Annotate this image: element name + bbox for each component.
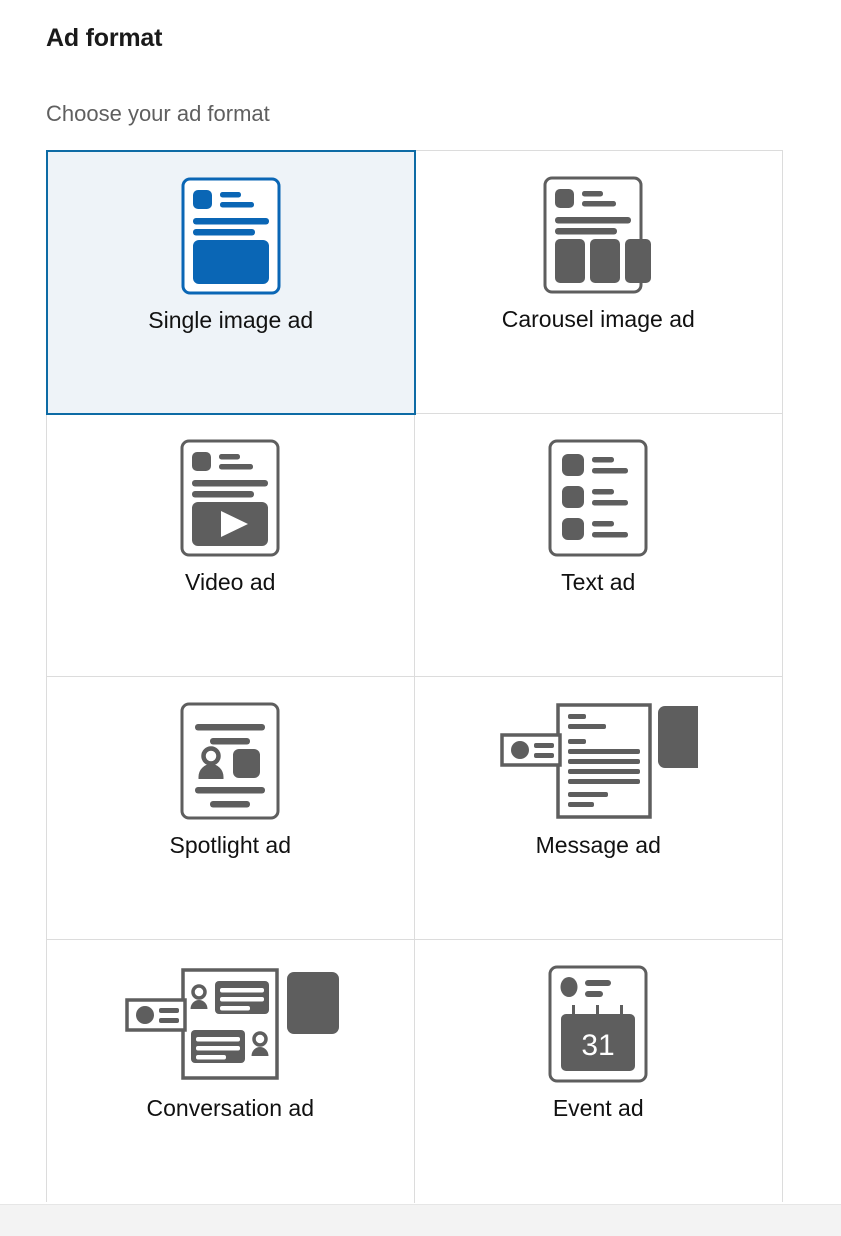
ad-format-label: Message ad bbox=[535, 832, 661, 858]
ad-format-card-conversation-ad[interactable]: Conversation ad bbox=[47, 940, 415, 1203]
spotlight-ad-icon bbox=[47, 677, 414, 837]
footer-strip bbox=[0, 1204, 841, 1236]
ad-format-label: Event ad bbox=[552, 1095, 644, 1121]
ad-format-panel: Ad format Choose your ad format Single i… bbox=[0, 0, 841, 1236]
ad-format-card-text-ad[interactable]: Text ad bbox=[414, 414, 783, 677]
ad-format-card-single-image-ad[interactable]: Single image ad bbox=[46, 150, 416, 415]
ad-format-card-video-ad[interactable]: Video ad bbox=[47, 414, 415, 677]
video-ad-icon bbox=[47, 414, 414, 574]
message-ad-icon bbox=[415, 677, 783, 837]
ad-format-card-spotlight-ad[interactable]: Spotlight ad bbox=[47, 677, 415, 940]
ad-format-label: Video ad bbox=[185, 569, 276, 595]
text-ad-icon bbox=[415, 414, 783, 574]
ad-format-label: Text ad bbox=[561, 569, 636, 595]
ad-format-card-message-ad[interactable]: Message ad bbox=[414, 677, 783, 940]
conversation-ad-icon bbox=[47, 940, 414, 1100]
ad-format-label: Single image ad bbox=[148, 307, 314, 333]
event-calendar-day: 31 bbox=[582, 1029, 615, 1062]
ad-format-label: Carousel image ad bbox=[501, 306, 695, 332]
page-subtitle: Choose your ad format bbox=[46, 101, 270, 126]
ad-format-grid: Single image ad Carousel image ad Video … bbox=[46, 150, 783, 1203]
event-ad-icon: 31 bbox=[415, 940, 783, 1100]
ad-format-card-carousel-image-ad[interactable]: Carousel image ad bbox=[414, 151, 783, 414]
ad-format-card-event-ad[interactable]: 31 Event ad bbox=[414, 940, 783, 1203]
page-title: Ad format bbox=[46, 24, 163, 52]
single-image-ad-icon bbox=[48, 152, 414, 312]
ad-format-label: Conversation ad bbox=[146, 1095, 315, 1121]
ad-format-label: Spotlight ad bbox=[169, 832, 291, 858]
carousel-image-ad-icon bbox=[415, 151, 783, 311]
